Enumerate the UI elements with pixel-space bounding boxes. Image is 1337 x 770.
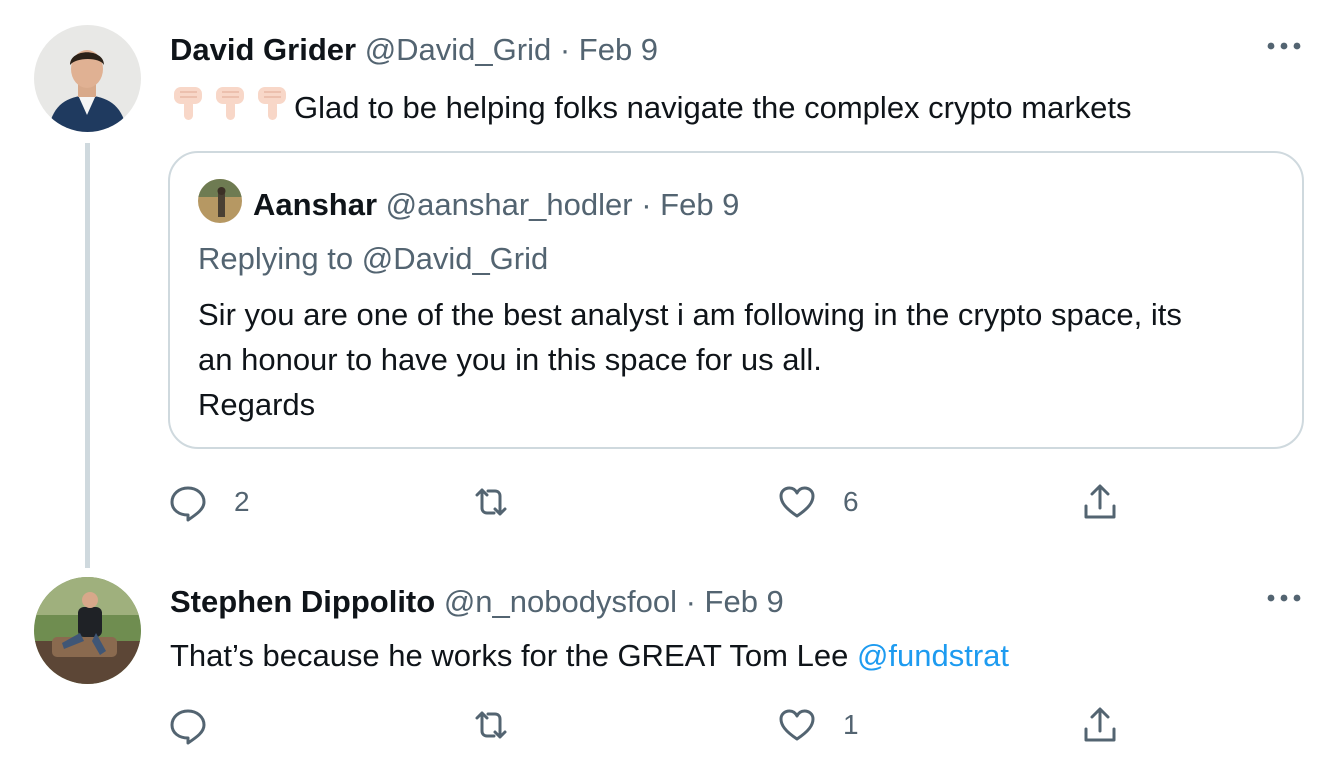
retweet-button[interactable] — [471, 700, 537, 750]
retweet-button[interactable] — [471, 477, 537, 527]
backhand-index-pointing-down-icon — [258, 87, 286, 120]
tweet-actions: 2 6 — [0, 477, 1337, 527]
reply-icon — [170, 486, 206, 522]
quote-avatar-image — [198, 179, 242, 223]
more-options-button[interactable] — [1262, 31, 1306, 61]
more-horizontal-icon — [1267, 42, 1301, 50]
like-count: 6 — [843, 486, 859, 517]
author-handle[interactable]: @n_nobodysfool — [444, 584, 677, 619]
reply-button[interactable] — [168, 700, 234, 750]
quote-text-line: Sir you are one of the best analyst i am… — [198, 297, 1182, 332]
share-button[interactable] — [1080, 477, 1120, 527]
backhand-index-pointing-down-icon — [216, 87, 244, 120]
like-button[interactable]: 6 — [777, 477, 859, 527]
mention-link[interactable]: @fundstrat — [857, 638, 1009, 673]
tweet-text: Glad to be helping folks navigate the co… — [170, 84, 1131, 128]
quote-meta-separator: · — [632, 187, 661, 222]
quote-text-line: an honour to have you in this space for … — [198, 342, 822, 377]
avatar-image — [34, 577, 141, 684]
tweet-thread: David Grider @David_Grid · Feb 9 Glad to… — [0, 0, 1337, 770]
author-name[interactable]: Stephen Dippolito — [170, 584, 435, 619]
retweet-icon — [475, 488, 507, 516]
avatar[interactable] — [34, 577, 141, 684]
reply-count: 2 — [234, 486, 250, 517]
author-handle[interactable]: @David_Grid — [365, 32, 552, 67]
retweet-icon — [475, 711, 507, 739]
avatar[interactable] — [34, 25, 141, 132]
share-icon — [1084, 484, 1116, 519]
meta-separator: · — [676, 584, 705, 619]
emoji-group — [170, 84, 290, 124]
quote-author-handle[interactable]: @aanshar_hodler — [386, 187, 633, 222]
quote-header: Aanshar @aanshar_hodler · Feb 9 — [253, 185, 739, 225]
quote-text: Sir you are one of the best analyst i am… — [198, 292, 1182, 427]
quote-author-name[interactable]: Aanshar — [253, 187, 377, 222]
share-button[interactable] — [1080, 700, 1120, 750]
more-options-button[interactable] — [1262, 583, 1306, 613]
reply-button[interactable]: 2 — [168, 477, 250, 527]
tweet-body-text: Glad to be helping folks navigate the co… — [294, 90, 1132, 125]
meta-separator: · — [551, 32, 579, 67]
like-count: 1 — [843, 709, 859, 740]
quote-avatar[interactable] — [198, 179, 242, 223]
tweet-david-grider[interactable]: David Grider @David_Grid · Feb 9 Glad to… — [0, 0, 1337, 568]
replying-to-handle[interactable]: @David_Grid — [362, 241, 549, 276]
replying-to: Replying to @David_Grid — [198, 239, 548, 279]
quoted-tweet[interactable]: Aanshar @aanshar_hodler · Feb 9 Replying… — [168, 151, 1304, 449]
heart-icon — [779, 709, 815, 741]
avatar-image — [34, 25, 141, 132]
backhand-index-pointing-down-icon — [174, 87, 202, 120]
like-button[interactable]: 1 — [777, 700, 859, 750]
tweet-text: That’s because he works for the GREAT To… — [170, 636, 1009, 676]
tweet-date[interactable]: Feb 9 — [579, 32, 658, 67]
tweet-date[interactable]: Feb 9 — [705, 584, 784, 619]
quote-text-line: Regards — [198, 387, 316, 422]
tweet-actions: 1 — [0, 700, 1337, 750]
tweet-header: Stephen Dippolito @n_nobodysfool · Feb 9 — [170, 582, 784, 622]
tweet-header: David Grider @David_Grid · Feb 9 — [170, 30, 658, 70]
replying-to-prefix: Replying to — [198, 241, 362, 276]
more-horizontal-icon — [1267, 594, 1301, 602]
heart-icon — [779, 486, 815, 518]
quote-date[interactable]: Feb 9 — [660, 187, 739, 222]
tweet-body-text: That’s because he works for the GREAT To… — [170, 638, 857, 673]
author-name[interactable]: David Grider — [170, 32, 356, 67]
share-icon — [1084, 707, 1116, 742]
tweet-stephen-dippolito[interactable]: Stephen Dippolito @n_nobodysfool · Feb 9… — [0, 560, 1337, 770]
reply-icon — [170, 709, 206, 745]
